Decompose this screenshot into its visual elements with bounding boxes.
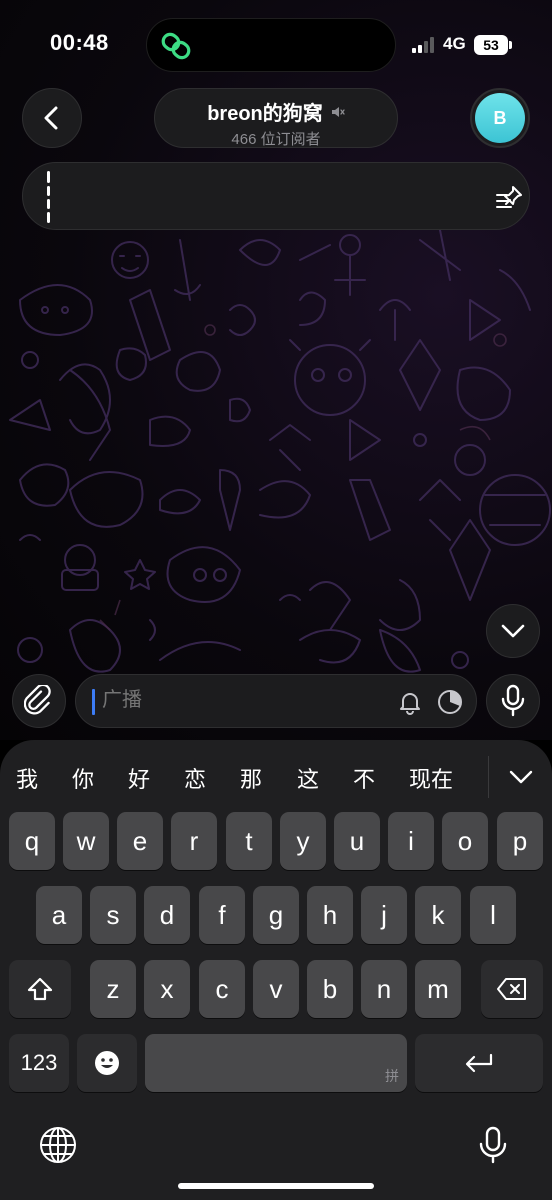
- voice-record-button[interactable]: [486, 674, 540, 728]
- broadcast-input[interactable]: [102, 689, 382, 712]
- network-type: 4G: [443, 34, 466, 53]
- status-time: 00:48: [50, 30, 109, 55]
- key-g[interactable]: g: [253, 886, 299, 944]
- bell-icon[interactable]: [396, 688, 424, 716]
- microphone-icon: [501, 684, 525, 717]
- candidate-item[interactable]: 现在: [409, 762, 453, 794]
- signal-icon: [412, 37, 434, 53]
- emoji-key[interactable]: [77, 1034, 137, 1092]
- key-s[interactable]: s: [90, 886, 136, 944]
- key-t[interactable]: t: [226, 812, 272, 870]
- dictation-microphone-icon[interactable]: [478, 1125, 508, 1165]
- key-e[interactable]: e: [117, 812, 163, 870]
- key-a[interactable]: a: [36, 886, 82, 944]
- subscriber-count: 466 位订阅者: [231, 131, 321, 148]
- channel-avatar[interactable]: B: [470, 88, 530, 148]
- muted-speaker-icon: [331, 106, 345, 117]
- paperclip-icon: [24, 685, 51, 715]
- key-w[interactable]: w: [63, 812, 109, 870]
- candidate-item[interactable]: 这: [297, 762, 319, 794]
- candidate-bar: 我 你 好 恋 那 这 不 现在: [0, 740, 552, 812]
- key-m[interactable]: m: [415, 960, 461, 1018]
- emoji-smiley-icon: [95, 1051, 119, 1075]
- shift-arrow-icon: [27, 977, 53, 1001]
- status-bar: 00:48 4G 53: [0, 0, 552, 80]
- self-destruct-timer-icon[interactable]: [436, 688, 464, 716]
- dynamic-island[interactable]: [146, 18, 396, 72]
- key-q[interactable]: q: [9, 812, 55, 870]
- key-b[interactable]: b: [307, 960, 353, 1018]
- delete-key[interactable]: [481, 960, 543, 1018]
- key-h[interactable]: h: [307, 886, 353, 944]
- key-j[interactable]: j: [361, 886, 407, 944]
- backspace-icon: [497, 978, 526, 1000]
- candidate-divider: [488, 756, 489, 798]
- pinned-message-bar[interactable]: [22, 162, 530, 230]
- return-key[interactable]: [415, 1034, 543, 1092]
- shift-key[interactable]: [9, 960, 71, 1018]
- avatar-initial: B: [475, 93, 525, 143]
- key-y[interactable]: y: [280, 812, 326, 870]
- candidate-item[interactable]: 你: [72, 762, 94, 794]
- candidate-item[interactable]: 那: [240, 762, 262, 794]
- home-indicator[interactable]: [178, 1183, 374, 1189]
- key-u[interactable]: u: [334, 812, 380, 870]
- pinned-list-icon[interactable]: [495, 183, 525, 211]
- chevron-left-icon: [44, 106, 58, 130]
- battery-level: 53: [474, 35, 512, 55]
- key-c[interactable]: c: [199, 960, 245, 1018]
- channel-title: breon的狗窝: [207, 103, 323, 125]
- candidate-item[interactable]: 恋: [184, 762, 206, 794]
- key-k[interactable]: k: [415, 886, 461, 944]
- key-v[interactable]: v: [253, 960, 299, 1018]
- message-input-container[interactable]: [75, 674, 477, 728]
- key-l[interactable]: l: [470, 886, 516, 944]
- space-key[interactable]: 拼: [145, 1034, 407, 1092]
- numbers-key[interactable]: 123: [9, 1034, 69, 1092]
- channel-title-pill[interactable]: breon的狗窝 466 位订阅者: [154, 88, 398, 148]
- key-d[interactable]: d: [144, 886, 190, 944]
- key-z[interactable]: z: [90, 960, 136, 1018]
- key-i[interactable]: i: [388, 812, 434, 870]
- attach-button[interactable]: [12, 674, 66, 728]
- expand-candidates-chevron-icon[interactable]: [506, 762, 536, 792]
- text-cursor: [92, 689, 95, 715]
- pinned-indicator: [47, 171, 50, 223]
- key-n[interactable]: n: [361, 960, 407, 1018]
- back-button[interactable]: [22, 88, 82, 148]
- pinyin-keyboard: 我 你 好 恋 那 这 不 现在 q w e r t y u i o p a s…: [0, 740, 552, 1200]
- key-x[interactable]: x: [144, 960, 190, 1018]
- candidate-item[interactable]: 好: [128, 762, 150, 794]
- candidate-item[interactable]: 不: [353, 762, 375, 794]
- key-f[interactable]: f: [199, 886, 245, 944]
- link-chain-icon: [161, 32, 191, 60]
- key-o[interactable]: o: [442, 812, 488, 870]
- key-p[interactable]: p: [497, 812, 543, 870]
- return-arrow-icon: [465, 1053, 493, 1073]
- key-r[interactable]: r: [171, 812, 217, 870]
- pinyin-indicator: 拼: [385, 1068, 399, 1084]
- doodle-wallpaper: [9, 229, 551, 673]
- chevron-down-icon: [501, 624, 525, 638]
- scroll-to-bottom-button[interactable]: [486, 604, 540, 658]
- globe-icon[interactable]: [38, 1125, 78, 1165]
- candidate-item[interactable]: 我: [16, 762, 38, 794]
